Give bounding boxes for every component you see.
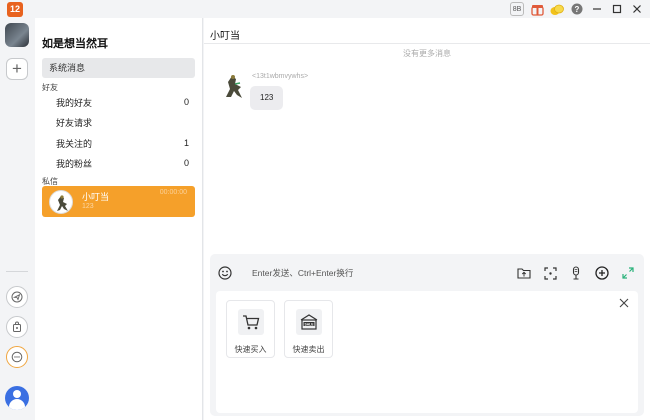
close-icon[interactable] [630, 2, 644, 16]
translate-icon[interactable]: 8B [510, 2, 524, 16]
no-more-messages: 没有更多消息 [403, 49, 451, 58]
user-avatar[interactable] [5, 386, 29, 410]
shopping-cart-icon [238, 309, 264, 335]
svg-text:SALE: SALE [304, 322, 314, 326]
conversation-preview: 123 [82, 203, 94, 210]
title-bar: 12 8B ? [0, 0, 650, 18]
help-icon[interactable]: ? [570, 2, 584, 16]
send-icon [11, 291, 23, 303]
expand-icon[interactable] [620, 265, 636, 281]
emoji-icon[interactable] [218, 266, 232, 280]
friends-item-label: 我的粉丝 [56, 158, 93, 169]
chat-area: 小叮当 没有更多消息 <13t1wbmvywhs> 123 Enter发送、Ct… [204, 18, 650, 420]
quick-buy-button[interactable]: 快速买入 [226, 300, 275, 358]
friends-item-count: 1 [183, 138, 189, 148]
quick-sell-label: 快速卖出 [292, 345, 325, 354]
chat-title: 小叮当 [210, 31, 240, 42]
panel-title: 如是想当然耳 [42, 38, 108, 50]
left-rail: + [0, 18, 35, 420]
rail-bag-button[interactable] [6, 316, 28, 338]
rail-chat-button[interactable] [6, 346, 28, 368]
rail-divider [6, 271, 28, 272]
message-username: <13t1wbmvywhs> [252, 73, 309, 80]
add-server-button[interactable]: + [6, 58, 28, 80]
maximize-icon[interactable] [610, 2, 624, 16]
gift-box-icon[interactable] [530, 2, 544, 16]
friends-item-label: 好友请求 [56, 117, 93, 128]
close-icon[interactable] [619, 298, 629, 308]
conversation-name: 小叮当 [82, 192, 110, 202]
quick-actions-panel: 快速买入 SALE 快速卖出 [216, 291, 638, 413]
rail-send-button[interactable] [6, 286, 28, 308]
coin-icon[interactable] [550, 2, 564, 16]
quick-sell-button[interactable]: SALE 快速卖出 [284, 300, 333, 358]
friends-item-my-friends[interactable]: 我的好友 0 [56, 95, 189, 109]
system-messages-item[interactable]: 系统消息 [42, 58, 195, 78]
friends-item-count: 0 [183, 158, 189, 168]
message-bubble: 123 [250, 86, 284, 110]
message-composer: 快速买入 SALE 快速卖出 [210, 254, 644, 416]
conversation-avatar [49, 190, 73, 214]
friends-section-label: 好友 [42, 83, 58, 92]
message-input[interactable] [252, 265, 452, 281]
shopping-bag-icon [13, 321, 21, 332]
conversation-item[interactable]: 小叮当 00:00:00 123 [42, 186, 195, 217]
screenshot-icon[interactable] [542, 265, 558, 281]
chat-bubble-icon [11, 351, 23, 363]
app-logo: 12 [7, 2, 23, 17]
message-avatar[interactable] [222, 71, 246, 101]
sale-tag-icon: SALE [296, 309, 322, 335]
quick-buy-label: 快速买入 [234, 345, 267, 354]
chat-header: 小叮当 [204, 18, 650, 44]
contacts-panel: 如是想当然耳 系统消息 好友 我的好友 0 好友请求 我关注的 1 我的粉丝 0… [35, 18, 203, 420]
folder-upload-icon[interactable] [516, 265, 532, 281]
server-avatar[interactable] [5, 23, 29, 47]
friends-item-label: 我的好友 [56, 97, 93, 108]
svg-text:?: ? [575, 5, 580, 14]
minimize-icon[interactable] [590, 2, 604, 16]
add-circle-icon[interactable] [594, 265, 610, 281]
friends-item-count: 0 [183, 97, 189, 107]
friends-item-label: 我关注的 [56, 138, 93, 149]
friends-item-requests[interactable]: 好友请求 [56, 115, 189, 129]
microphone-icon[interactable] [568, 265, 584, 281]
conversation-time: 00:00:00 [159, 189, 187, 196]
friends-item-following[interactable]: 我关注的 1 [56, 136, 189, 150]
friends-item-followers[interactable]: 我的粉丝 0 [56, 156, 189, 170]
